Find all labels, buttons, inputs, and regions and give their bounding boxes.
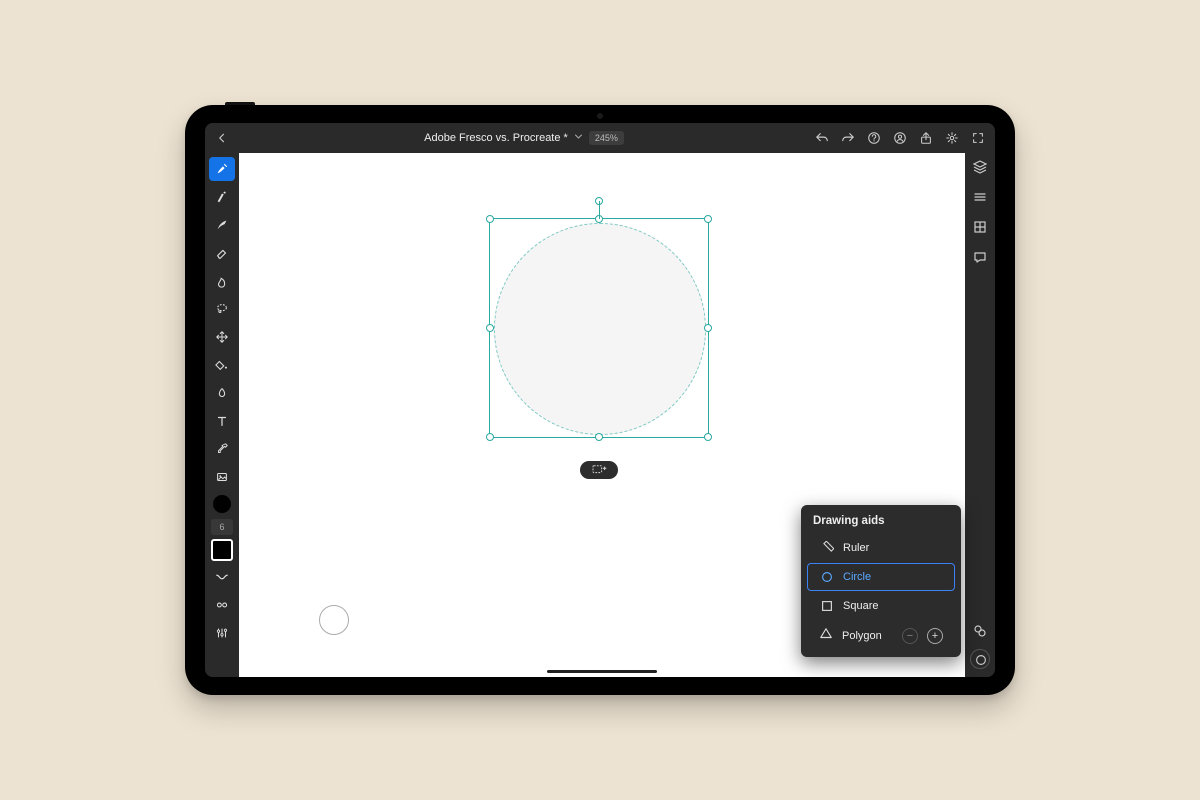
zoom-level[interactable]: 245% [589, 131, 624, 145]
drawing-aid-ruler[interactable]: Ruler [807, 534, 955, 562]
vector-brush-tool[interactable] [209, 213, 235, 237]
ai-tool[interactable] [209, 593, 235, 617]
move-tool[interactable] [209, 325, 235, 349]
comments-button[interactable] [972, 249, 988, 265]
drawing-aids-button[interactable] [970, 649, 990, 669]
tablet-frame: Adobe Fresco vs. Procreate * 245% [185, 105, 1015, 695]
layers-button[interactable] [972, 159, 988, 175]
stroke-options-tool[interactable] [209, 565, 235, 589]
right-rail [965, 153, 995, 677]
back-button[interactable] [211, 132, 233, 144]
share-button[interactable] [919, 131, 933, 145]
handle-w[interactable] [486, 324, 494, 332]
tablet-camera [597, 113, 603, 119]
drawing-aid-circle[interactable]: Circle [807, 563, 955, 591]
popup-title: Drawing aids [801, 513, 961, 533]
app-screen: Adobe Fresco vs. Procreate * 245% [205, 123, 995, 677]
current-color[interactable] [213, 495, 231, 513]
polygon-sides-decrease[interactable]: − [902, 628, 918, 644]
color-swatch[interactable] [211, 539, 233, 561]
handle-e[interactable] [704, 324, 712, 332]
shape-bounding-box[interactable] [489, 218, 709, 438]
smudge-tool[interactable] [209, 269, 235, 293]
drawing-aids-popup: Drawing aids Ruler Circle [801, 505, 961, 657]
brush-size[interactable]: 6 [211, 519, 233, 535]
square-icon [820, 599, 834, 613]
handle-se[interactable] [704, 433, 712, 441]
document-title[interactable]: Adobe Fresco vs. Procreate * [424, 132, 568, 144]
image-tool[interactable] [209, 465, 235, 489]
fullscreen-button[interactable] [971, 131, 985, 145]
redo-button[interactable] [841, 131, 855, 145]
shapes-button[interactable] [972, 623, 988, 639]
pixel-brush-tool[interactable] [209, 157, 235, 181]
grid-button[interactable] [972, 219, 988, 235]
circle-shape[interactable] [494, 223, 706, 435]
handle-nw[interactable] [486, 215, 494, 223]
circle-icon [820, 570, 834, 584]
polygon-sides-increase[interactable]: + [927, 628, 943, 644]
handle-ne[interactable] [704, 215, 712, 223]
live-brush-tool[interactable] [209, 185, 235, 209]
polygon-icon [819, 627, 833, 644]
liquify-tool[interactable] [209, 381, 235, 405]
ruler-label: Ruler [843, 542, 869, 554]
touch-shortcut-ring[interactable] [319, 605, 349, 635]
account-button[interactable] [893, 131, 907, 145]
chevron-down-icon[interactable] [574, 132, 583, 144]
precision-button[interactable] [972, 189, 988, 205]
polygon-label: Polygon [842, 630, 882, 642]
lasso-tool[interactable] [209, 297, 235, 321]
app-body: 6 [205, 153, 995, 677]
canvas-area: Drawing aids Ruler Circle [239, 153, 965, 677]
adjustments-tool[interactable] [209, 621, 235, 645]
circle-label: Circle [843, 571, 871, 583]
square-label: Square [843, 600, 878, 612]
home-indicator [547, 670, 657, 673]
help-button[interactable] [867, 131, 881, 145]
handle-s[interactable] [595, 433, 603, 441]
drawing-aid-polygon[interactable]: Polygon − + [807, 621, 955, 650]
rotate-stem [599, 201, 600, 219]
drawing-aid-square[interactable]: Square [807, 592, 955, 620]
eraser-tool[interactable] [209, 241, 235, 265]
transform-options-button[interactable] [580, 461, 618, 479]
tablet-physical-button [225, 102, 255, 105]
text-tool[interactable] [209, 409, 235, 433]
eyedropper-tool[interactable] [209, 437, 235, 461]
undo-button[interactable] [815, 131, 829, 145]
left-toolbar: 6 [205, 153, 239, 677]
settings-button[interactable] [945, 131, 959, 145]
ruler-icon [820, 541, 834, 555]
fill-tool[interactable] [209, 353, 235, 377]
handle-sw[interactable] [486, 433, 494, 441]
top-bar: Adobe Fresco vs. Procreate * 245% [205, 123, 995, 153]
